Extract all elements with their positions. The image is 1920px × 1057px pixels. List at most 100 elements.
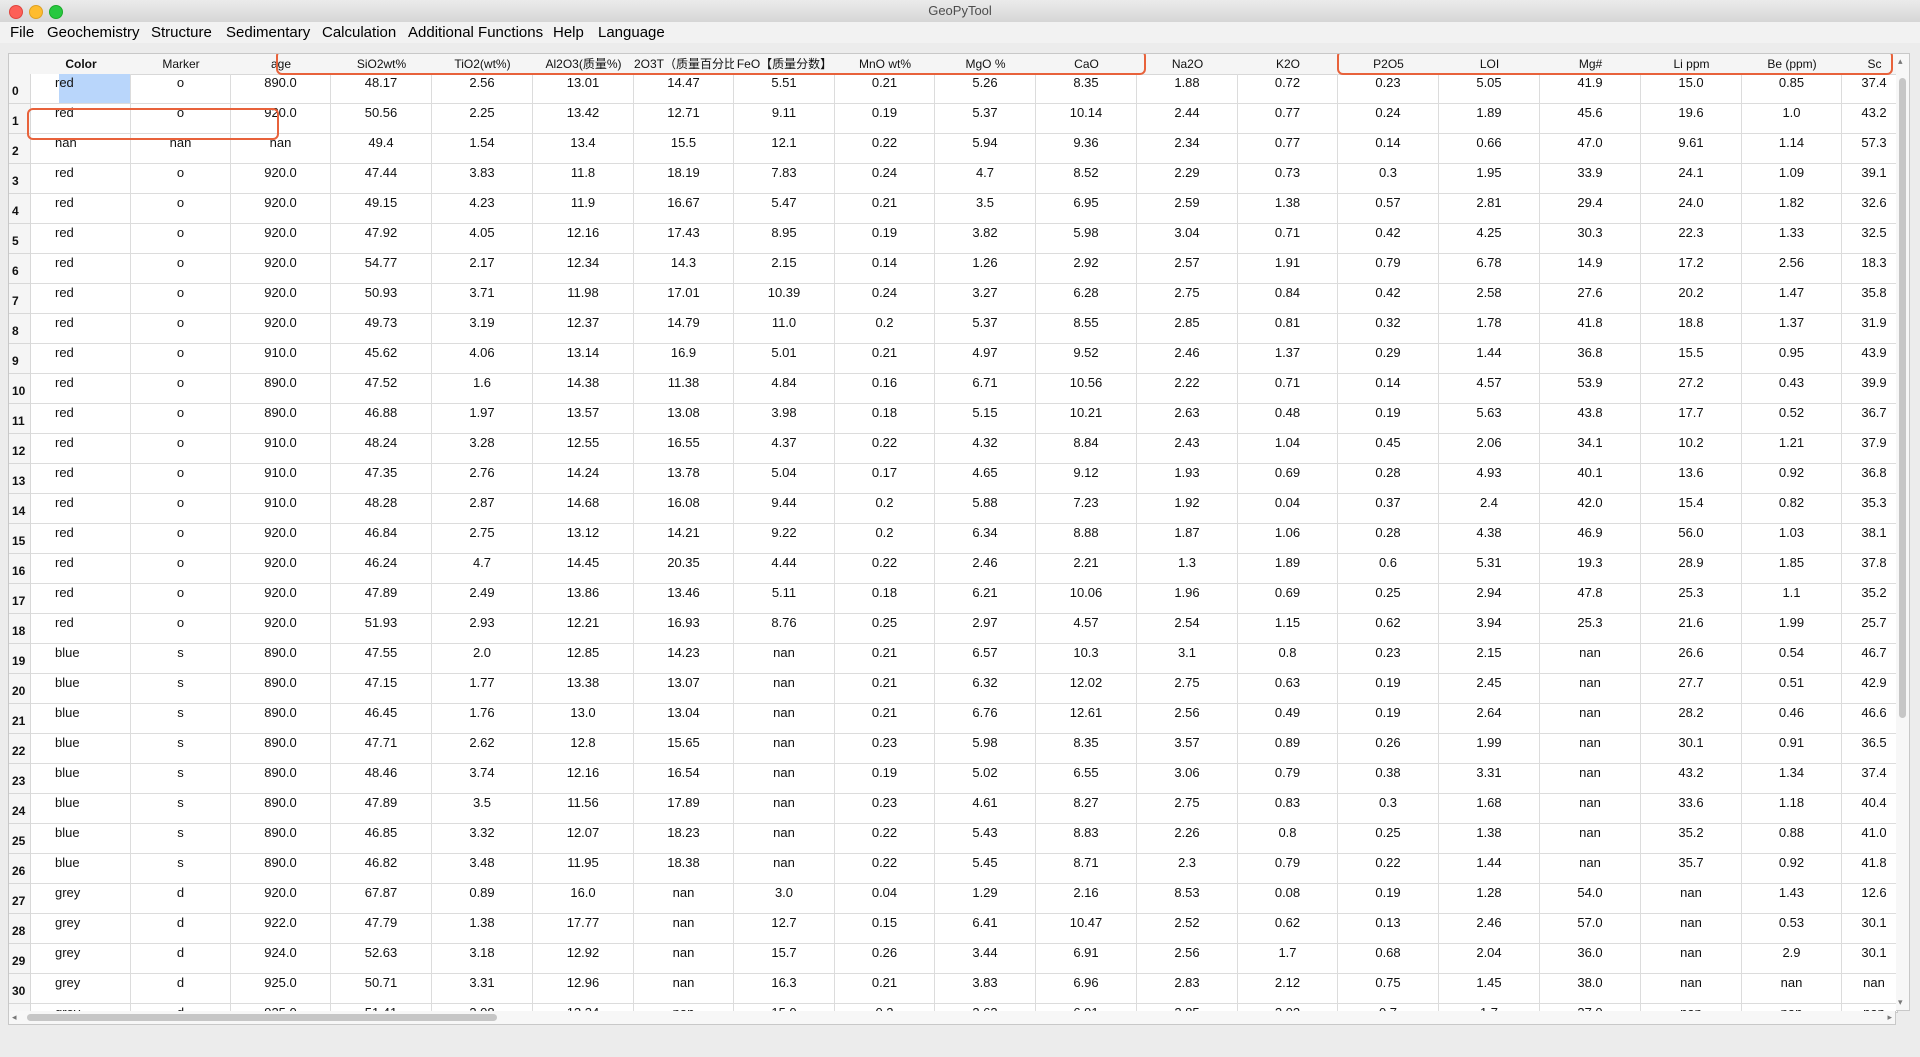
table-cell[interactable]: 9.11 bbox=[734, 104, 835, 134]
table-cell[interactable]: 3.18 bbox=[432, 944, 533, 974]
table-cell[interactable]: 0.62 bbox=[1338, 614, 1439, 644]
table-cell[interactable]: 12.55 bbox=[533, 434, 634, 464]
table-cell[interactable]: 1.03 bbox=[1742, 524, 1842, 554]
table-cell[interactable]: 14.21 bbox=[634, 524, 734, 554]
table-cell[interactable]: 47.8 bbox=[1540, 584, 1641, 614]
menu-item-geochemistry[interactable]: Geochemistry bbox=[47, 22, 140, 43]
table-cell[interactable]: blue bbox=[31, 704, 131, 734]
table-cell[interactable]: 28.2 bbox=[1641, 704, 1742, 734]
table-cell[interactable]: 0.2 bbox=[835, 314, 935, 344]
table-cell[interactable]: 4.61 bbox=[935, 794, 1036, 824]
table-cell[interactable]: nan bbox=[734, 644, 835, 674]
table-cell[interactable]: 27.2 bbox=[1641, 374, 1742, 404]
table-cell[interactable]: 12.61 bbox=[1036, 704, 1137, 734]
table-cell[interactable]: 1.88 bbox=[1137, 74, 1238, 104]
table-cell[interactable]: 37.9 bbox=[1842, 434, 1897, 464]
table-cell[interactable]: 2.93 bbox=[432, 614, 533, 644]
table-cell[interactable]: 14.9 bbox=[1540, 254, 1641, 284]
table-cell[interactable]: 10.3 bbox=[1036, 644, 1137, 674]
table-cell[interactable]: 0.21 bbox=[835, 194, 935, 224]
table-cell[interactable]: 3.04 bbox=[1137, 224, 1238, 254]
row-header[interactable]: 12 bbox=[9, 434, 31, 464]
table-cell[interactable]: o bbox=[131, 74, 231, 104]
row-header[interactable]: 9 bbox=[9, 344, 31, 374]
table-cell[interactable]: 2.46 bbox=[1137, 344, 1238, 374]
row-header[interactable]: 27 bbox=[9, 884, 31, 914]
table-cell[interactable]: 1.91 bbox=[1238, 254, 1338, 284]
table-cell[interactable]: 8.95 bbox=[734, 224, 835, 254]
table-cell[interactable]: 4.65 bbox=[935, 464, 1036, 494]
table-cell[interactable]: 31.9 bbox=[1842, 314, 1897, 344]
scroll-right-arrow-icon[interactable]: ▸ bbox=[1887, 1011, 1892, 1024]
table-cell[interactable]: 18.23 bbox=[634, 824, 734, 854]
table-cell[interactable]: 35.2 bbox=[1842, 584, 1897, 614]
table-cell[interactable]: 0.57 bbox=[1338, 194, 1439, 224]
table-cell[interactable]: 2.26 bbox=[1137, 824, 1238, 854]
table-cell[interactable]: 38.1 bbox=[1842, 524, 1897, 554]
table-cell[interactable]: 1.47 bbox=[1742, 284, 1842, 314]
table-cell[interactable]: 12.6 bbox=[1842, 884, 1897, 914]
table-cell[interactable]: 25.7 bbox=[1842, 614, 1897, 644]
column-header[interactable]: Mg# bbox=[1540, 54, 1642, 75]
table-cell[interactable]: 922.0 bbox=[231, 914, 331, 944]
table-cell[interactable]: 12.8 bbox=[533, 734, 634, 764]
table-cell[interactable]: 0.52 bbox=[1742, 404, 1842, 434]
table-cell[interactable]: 39.1 bbox=[1842, 164, 1897, 194]
table-cell[interactable]: 1.95 bbox=[1439, 164, 1540, 194]
table-cell[interactable]: 39.9 bbox=[1842, 374, 1897, 404]
table-cell[interactable]: 1.93 bbox=[1137, 464, 1238, 494]
table-cell[interactable]: 920.0 bbox=[231, 254, 331, 284]
table-cell[interactable]: 0.08 bbox=[1238, 884, 1338, 914]
table-cell[interactable]: 0.04 bbox=[835, 884, 935, 914]
table-cell[interactable]: 890.0 bbox=[231, 404, 331, 434]
table-cell[interactable]: o bbox=[131, 374, 231, 404]
table-cell[interactable]: 12.02 bbox=[1036, 674, 1137, 704]
table-cell[interactable]: 10.47 bbox=[1036, 914, 1137, 944]
table-cell[interactable]: 0.91 bbox=[1742, 734, 1842, 764]
table-cell[interactable]: nan bbox=[1641, 884, 1742, 914]
table-cell[interactable]: 2.62 bbox=[432, 734, 533, 764]
table-cell[interactable]: o bbox=[131, 434, 231, 464]
table-cell[interactable]: 8.52 bbox=[1036, 164, 1137, 194]
table-cell[interactable]: 0.13 bbox=[1338, 914, 1439, 944]
table-cell[interactable]: 2.29 bbox=[1137, 164, 1238, 194]
table-cell[interactable]: 1.45 bbox=[1439, 974, 1540, 1004]
table-corner-button[interactable] bbox=[9, 54, 32, 75]
table-cell[interactable]: 920.0 bbox=[231, 524, 331, 554]
table-cell[interactable]: 15.4 bbox=[1641, 494, 1742, 524]
table-cell[interactable]: 0.53 bbox=[1742, 914, 1842, 944]
table-cell[interactable]: 1.26 bbox=[935, 254, 1036, 284]
table-cell[interactable]: 1.44 bbox=[1439, 854, 1540, 884]
table-cell[interactable]: 42.9 bbox=[1842, 674, 1897, 704]
table-cell[interactable]: 2.45 bbox=[1439, 674, 1540, 704]
table-cell[interactable]: 0.43 bbox=[1742, 374, 1842, 404]
column-header[interactable]: TiO2(wt%) bbox=[432, 54, 534, 75]
table-cell[interactable]: 920.0 bbox=[231, 224, 331, 254]
table-cell[interactable]: 14.45 bbox=[533, 554, 634, 584]
table-cell[interactable]: 5.04 bbox=[734, 464, 835, 494]
table-cell[interactable]: 16.54 bbox=[634, 764, 734, 794]
table-cell[interactable]: 910.0 bbox=[231, 344, 331, 374]
table-cell[interactable]: 4.44 bbox=[734, 554, 835, 584]
table-cell[interactable]: nan bbox=[1540, 764, 1641, 794]
table-cell[interactable]: 13.08 bbox=[634, 404, 734, 434]
table-cell[interactable]: 11.9 bbox=[533, 194, 634, 224]
table-cell[interactable]: 36.8 bbox=[1842, 464, 1897, 494]
table-cell[interactable]: 0.19 bbox=[835, 764, 935, 794]
table-cell[interactable]: 2.97 bbox=[935, 614, 1036, 644]
table-cell[interactable]: 35.2 bbox=[1641, 824, 1742, 854]
table-cell[interactable]: 51.93 bbox=[331, 614, 432, 644]
table-cell[interactable]: 2.85 bbox=[1137, 314, 1238, 344]
table-cell[interactable]: 920.0 bbox=[231, 164, 331, 194]
row-header[interactable]: 24 bbox=[9, 794, 31, 824]
table-cell[interactable]: 4.84 bbox=[734, 374, 835, 404]
table-cell[interactable]: 1.37 bbox=[1238, 344, 1338, 374]
table-cell[interactable]: 1.54 bbox=[432, 134, 533, 164]
column-header[interactable]: LOI bbox=[1439, 54, 1541, 75]
table-cell[interactable]: 48.28 bbox=[331, 494, 432, 524]
table-cell[interactable]: 5.88 bbox=[935, 494, 1036, 524]
table-cell[interactable]: 4.7 bbox=[432, 554, 533, 584]
table-cell[interactable]: 1.6 bbox=[432, 374, 533, 404]
table-cell[interactable]: 0.6 bbox=[1338, 554, 1439, 584]
row-header[interactable]: 20 bbox=[9, 674, 31, 704]
